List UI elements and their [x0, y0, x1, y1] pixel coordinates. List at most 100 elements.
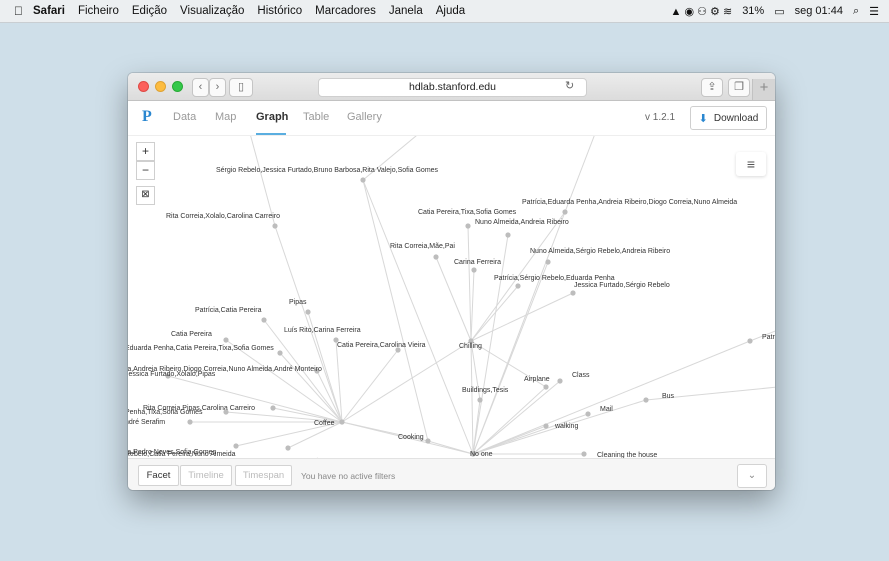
address-bar[interactable]: hdlab.stanford.edu	[318, 78, 587, 97]
notification-center-icon[interactable]: ☰	[869, 5, 879, 18]
graph-node[interactable]	[747, 338, 753, 344]
menu-marcadores[interactable]: Marcadores	[315, 5, 376, 17]
graph-node[interactable]	[543, 423, 549, 429]
graph-node-label: Catia Pereira,Tixa,Sofia Gomes	[418, 209, 517, 216]
graph-node-label: Bus	[662, 393, 675, 400]
graph-node[interactable]	[261, 317, 267, 323]
graph-node[interactable]	[285, 445, 291, 451]
zoom-out-button[interactable]: −	[136, 161, 155, 180]
menu-historico[interactable]: Histórico	[257, 5, 302, 17]
graph-node[interactable]	[570, 290, 576, 296]
graph-node[interactable]	[471, 267, 477, 273]
graph-node[interactable]	[360, 177, 366, 183]
chevron-down-icon[interactable]: ⌄	[737, 464, 767, 488]
sidebar-toggle-icon[interactable]: ▯	[229, 78, 253, 97]
graph-node[interactable]	[233, 443, 239, 449]
new-tab-button[interactable]: +	[752, 79, 775, 100]
status-icons[interactable]: ▲ ◉ ⚇ ⚙ ≋	[671, 5, 733, 18]
graph-node[interactable]	[643, 397, 649, 403]
graph-node[interactable]	[270, 405, 276, 411]
graph-node[interactable]	[187, 419, 193, 425]
graph-node-label: Nuno Almeida,Andreia Ribeiro	[475, 219, 569, 226]
graph-node[interactable]	[277, 350, 283, 356]
close-window-button[interactable]	[138, 81, 149, 92]
graph-node[interactable]	[545, 259, 551, 265]
clock[interactable]: seg 01:44	[795, 5, 843, 17]
graph-node-label: Jessica Furtado,Xolalo,Pipas	[128, 371, 216, 378]
zoom-window-button[interactable]	[172, 81, 183, 92]
download-button[interactable]: ⬇ Download	[690, 106, 767, 130]
facet-button[interactable]: Facet	[138, 465, 179, 486]
zoom-in-button[interactable]: +	[136, 142, 155, 161]
reload-icon[interactable]: ↻	[565, 79, 574, 92]
share-icon[interactable]: ⇪	[701, 78, 723, 97]
graph-node-label: Rita Correia,Mãe,Pai	[390, 243, 455, 250]
graph-node[interactable]	[433, 254, 439, 260]
graph-node[interactable]	[223, 337, 229, 343]
graph-node-label: Penha,Tixa,Sofia Gomes	[128, 409, 203, 416]
graph-edge	[472, 413, 589, 455]
filter-bar: Facet Timeline Timespan You have no acti…	[128, 458, 775, 490]
forward-button[interactable]: ›	[209, 78, 226, 97]
minimize-window-button[interactable]	[155, 81, 166, 92]
tabs-overview-icon[interactable]: ❐	[728, 78, 750, 97]
app-logo[interactable]: P	[142, 108, 152, 126]
menu-edicao[interactable]: Edição	[132, 5, 167, 17]
graph-node[interactable]	[557, 378, 563, 384]
download-label: Download	[713, 112, 759, 124]
apple-menu-icon[interactable]: 	[14, 4, 23, 18]
timeline-button[interactable]: Timeline	[180, 465, 232, 486]
graph-node-label: Patri	[762, 334, 775, 341]
tab-map[interactable]: Map	[215, 111, 236, 123]
graph-node-label: Nuno Almeida,Sérgio Rebelo,Andreia Ribei…	[530, 248, 670, 255]
graph-node[interactable]	[505, 232, 511, 238]
graph-edge	[472, 261, 549, 455]
tab-graph[interactable]: Graph	[256, 111, 288, 123]
graph-node-label: Catia Pereira,Carolina Vieira	[337, 342, 426, 349]
graph-node-label: walking	[554, 423, 578, 430]
graph-node[interactable]	[223, 409, 229, 415]
active-tab-indicator	[256, 133, 286, 135]
timespan-button[interactable]: Timespan	[235, 465, 292, 486]
battery-percent[interactable]: 31%	[742, 5, 764, 17]
graph-node[interactable]	[465, 223, 471, 229]
graph-node-label: Rebelo,Catia Pereira,Nuno Almeida	[128, 451, 236, 458]
graph-edge	[335, 339, 343, 423]
menu-ficheiro[interactable]: Ficheiro	[78, 5, 119, 17]
graph-node-label: No one	[470, 451, 493, 458]
graph-node[interactable]	[515, 283, 521, 289]
graph-edge	[470, 340, 474, 455]
menu-ajuda[interactable]: Ajuda	[436, 5, 465, 17]
graph-node[interactable]	[585, 411, 591, 417]
menu-app-name[interactable]: Safari	[33, 5, 65, 17]
graph-node[interactable]	[581, 451, 587, 457]
menu-janela[interactable]: Janela	[389, 5, 423, 17]
network-graph[interactable]: Sérgio Rebelo,Jessica Furtado,Bruno Barb…	[128, 136, 775, 458]
fit-view-icon[interactable]: ⊠	[136, 186, 155, 205]
graph-node-label: Catia Pereira	[171, 331, 212, 338]
tab-data[interactable]: Data	[173, 111, 196, 123]
graph-node[interactable]	[543, 384, 549, 390]
graph-canvas[interactable]: Sérgio Rebelo,Jessica Furtado,Bruno Barb…	[128, 136, 775, 458]
graph-edge	[274, 225, 343, 423]
graph-node[interactable]	[272, 223, 278, 229]
graph-edge	[472, 340, 751, 455]
graph-node[interactable]	[425, 438, 431, 444]
graph-node[interactable]	[477, 397, 483, 403]
back-button[interactable]: ‹	[192, 78, 209, 97]
graph-menu-icon[interactable]: ≡	[736, 152, 766, 176]
graph-node[interactable]	[305, 309, 311, 315]
menu-visualizacao[interactable]: Visualização	[180, 5, 244, 17]
graph-node-label: Eduarda Penha,Catia Pereira,Tixa,Sofia G…	[128, 345, 274, 352]
graph-node[interactable]	[562, 209, 568, 215]
graph-node[interactable]	[339, 419, 345, 425]
graph-node-label: Sérgio Rebelo,Jessica Furtado,Bruno Barb…	[216, 167, 439, 174]
spotlight-search-icon[interactable]: ⌕	[853, 5, 859, 18]
graph-node-label: Class	[572, 372, 590, 379]
tab-gallery[interactable]: Gallery	[347, 111, 382, 123]
battery-icon[interactable]: ▭	[774, 5, 784, 18]
download-icon: ⬇	[698, 112, 708, 125]
graph-node-label: Carina Ferreira	[454, 259, 501, 266]
graph-edge	[435, 256, 472, 342]
tab-table[interactable]: Table	[303, 111, 329, 123]
